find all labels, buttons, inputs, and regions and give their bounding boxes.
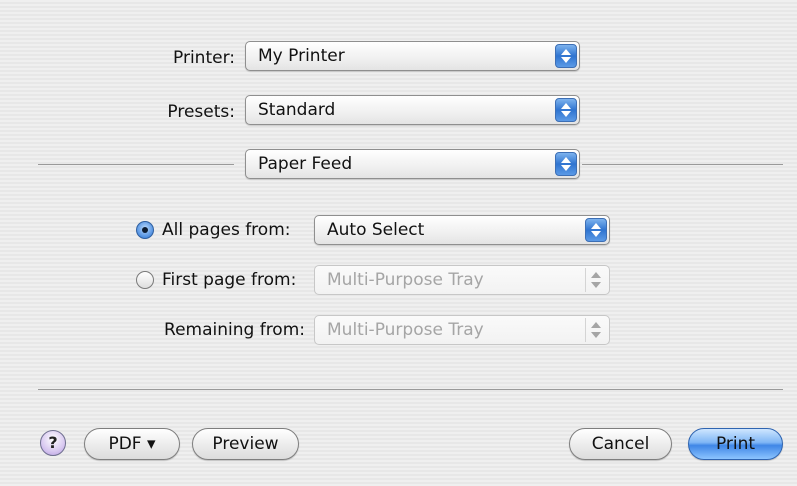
printer-label: Printer: xyxy=(173,48,235,68)
remaining-label: Remaining from: xyxy=(164,320,305,340)
all-pages-radio[interactable] xyxy=(136,221,154,239)
presets-popup-value: Standard xyxy=(258,100,336,120)
printer-popup-value: My Printer xyxy=(258,46,345,66)
all-pages-label[interactable]: All pages from: xyxy=(162,220,291,240)
popup-stepper-icon xyxy=(585,218,607,242)
all-pages-popup-value: Auto Select xyxy=(327,220,425,240)
popup-stepper-icon xyxy=(585,268,607,292)
first-page-radio[interactable] xyxy=(136,271,154,289)
separator-right xyxy=(582,164,783,165)
separator-left xyxy=(38,164,234,165)
panel-popup[interactable]: Paper Feed xyxy=(245,149,580,179)
popup-stepper-icon xyxy=(555,152,577,176)
popup-stepper-icon xyxy=(555,98,577,122)
help-button[interactable]: ? xyxy=(40,430,66,456)
radio-dot xyxy=(142,227,148,233)
preview-button[interactable]: Preview xyxy=(192,428,299,460)
all-pages-popup[interactable]: Auto Select xyxy=(314,215,610,245)
first-page-popup-value: Multi-Purpose Tray xyxy=(327,270,484,290)
panel-popup-value: Paper Feed xyxy=(258,154,353,174)
presets-label: Presets: xyxy=(167,102,235,122)
first-page-popup[interactable]: Multi-Purpose Tray xyxy=(314,265,610,295)
printer-popup[interactable]: My Printer xyxy=(245,41,580,71)
popup-stepper-icon xyxy=(585,318,607,342)
cancel-button[interactable]: Cancel xyxy=(569,428,672,460)
remaining-popup[interactable]: Multi-Purpose Tray xyxy=(314,315,610,345)
pdf-button[interactable]: PDF ▾ xyxy=(84,428,180,460)
footer-separator xyxy=(38,389,783,390)
print-button[interactable]: Print xyxy=(688,428,783,460)
first-page-label[interactable]: First page from: xyxy=(162,270,296,290)
popup-stepper-icon xyxy=(555,44,577,68)
remaining-popup-value: Multi-Purpose Tray xyxy=(327,320,484,340)
presets-popup[interactable]: Standard xyxy=(245,95,580,125)
